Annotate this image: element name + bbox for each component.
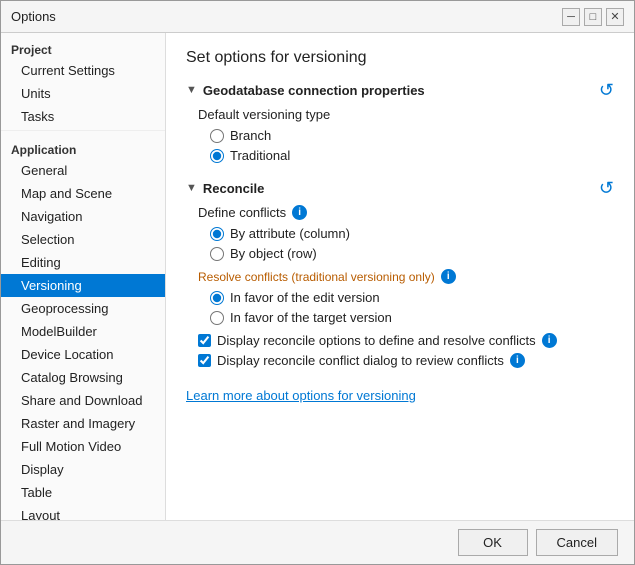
page-title: Set options for versioning <box>186 49 614 67</box>
dialog-body: Project Current Settings Units Tasks App… <box>1 33 634 520</box>
sidebar-item-versioning[interactable]: Versioning <box>1 274 165 297</box>
sidebar-group-project: Project <box>1 37 165 59</box>
sidebar-item-units[interactable]: Units <box>1 82 165 105</box>
radio-group-versioning-type: Branch Traditional <box>210 128 614 163</box>
section-body-reconcile: Define conflicts i By attribute (column)… <box>186 205 614 368</box>
section-body-geodatabase: Default versioning type Branch Tradition… <box>186 107 614 163</box>
sidebar: Project Current Settings Units Tasks App… <box>1 33 166 520</box>
learn-more-link[interactable]: Learn more about options for versioning <box>186 388 614 403</box>
checkbox-display-reconcile-options-label: Display reconcile options to define and … <box>217 333 536 348</box>
section-header-geodatabase: ▼ Geodatabase connection properties ↺ <box>186 81 614 99</box>
reset-geodatabase-button[interactable]: ↺ <box>599 81 614 99</box>
section-geodatabase: ▼ Geodatabase connection properties ↺ De… <box>186 81 614 163</box>
resolve-conflicts-label: Resolve conflicts (traditional versionin… <box>198 270 435 284</box>
section-reconcile: ▼ Reconcile ↺ Define conflicts i By att <box>186 179 614 368</box>
sidebar-item-full-motion-video[interactable]: Full Motion Video <box>1 435 165 458</box>
radio-favor-target-input[interactable] <box>210 311 224 325</box>
sidebar-item-editing[interactable]: Editing <box>1 251 165 274</box>
radio-group-define-conflicts: By attribute (column) By object (row) <box>210 226 614 261</box>
sidebar-item-tasks[interactable]: Tasks <box>1 105 165 128</box>
close-button[interactable]: ✕ <box>606 8 624 26</box>
sidebar-item-raster-and-imagery[interactable]: Raster and Imagery <box>1 412 165 435</box>
section-title-reconcile: ▼ Reconcile <box>186 181 264 196</box>
sidebar-item-share-and-download[interactable]: Share and Download <box>1 389 165 412</box>
radio-by-object[interactable]: By object (row) <box>210 246 614 261</box>
title-controls: ─ □ ✕ <box>562 8 624 26</box>
radio-by-object-label: By object (row) <box>230 246 317 261</box>
sidebar-item-geoprocessing[interactable]: Geoprocessing <box>1 297 165 320</box>
section-header-reconcile: ▼ Reconcile ↺ <box>186 179 614 197</box>
sidebar-item-general[interactable]: General <box>1 159 165 182</box>
define-conflicts-label: Define conflicts <box>198 205 286 220</box>
define-conflicts-info-icon[interactable]: i <box>292 205 307 220</box>
collapse-arrow-geodatabase[interactable]: ▼ <box>186 84 197 96</box>
sidebar-item-modelbuilder[interactable]: ModelBuilder <box>1 320 165 343</box>
sidebar-item-map-and-scene[interactable]: Map and Scene <box>1 182 165 205</box>
radio-traditional[interactable]: Traditional <box>210 148 614 163</box>
minimize-button[interactable]: ─ <box>562 8 580 26</box>
ok-button[interactable]: OK <box>458 529 528 556</box>
radio-traditional-label: Traditional <box>230 148 290 163</box>
radio-group-resolve-conflicts: In favor of the edit version In favor of… <box>210 290 614 325</box>
radio-favor-edit-input[interactable] <box>210 291 224 305</box>
radio-traditional-input[interactable] <box>210 149 224 163</box>
cancel-button[interactable]: Cancel <box>536 529 618 556</box>
options-dialog: Options ─ □ ✕ Project Current Settings U… <box>0 0 635 565</box>
reset-reconcile-button[interactable]: ↺ <box>599 179 614 197</box>
default-versioning-type-label: Default versioning type <box>198 107 614 122</box>
checkbox-display-reconcile-dialog-input[interactable] <box>198 354 211 367</box>
main-content: Set options for versioning ▼ Geodatabase… <box>166 33 634 520</box>
title-bar: Options ─ □ ✕ <box>1 1 634 33</box>
checkbox-display-reconcile-options[interactable]: Display reconcile options to define and … <box>198 333 614 348</box>
checkbox-display-reconcile-options-input[interactable] <box>198 334 211 347</box>
collapse-arrow-reconcile[interactable]: ▼ <box>186 182 197 194</box>
sidebar-item-navigation[interactable]: Navigation <box>1 205 165 228</box>
sidebar-item-table[interactable]: Table <box>1 481 165 504</box>
resolve-conflicts-info-icon[interactable]: i <box>441 269 456 284</box>
radio-favor-edit[interactable]: In favor of the edit version <box>210 290 614 305</box>
checkbox-display-reconcile-dialog[interactable]: Display reconcile conflict dialog to rev… <box>198 353 614 368</box>
radio-by-object-input[interactable] <box>210 247 224 261</box>
radio-by-attribute-input[interactable] <box>210 227 224 241</box>
section-title-geodatabase: ▼ Geodatabase connection properties <box>186 83 425 98</box>
dialog-title: Options <box>11 9 56 24</box>
radio-by-attribute[interactable]: By attribute (column) <box>210 226 614 241</box>
maximize-button[interactable]: □ <box>584 8 602 26</box>
checkbox-display-reconcile-dialog-label: Display reconcile conflict dialog to rev… <box>217 353 504 368</box>
radio-favor-target-label: In favor of the target version <box>230 310 392 325</box>
sidebar-item-device-location[interactable]: Device Location <box>1 343 165 366</box>
display-reconcile-dialog-info-icon[interactable]: i <box>510 353 525 368</box>
sidebar-item-current-settings[interactable]: Current Settings <box>1 59 165 82</box>
sidebar-item-selection[interactable]: Selection <box>1 228 165 251</box>
sidebar-item-layout[interactable]: Layout <box>1 504 165 520</box>
sidebar-item-catalog-browsing[interactable]: Catalog Browsing <box>1 366 165 389</box>
radio-branch-input[interactable] <box>210 129 224 143</box>
sidebar-group-application: Application <box>1 137 165 159</box>
display-reconcile-options-info-icon[interactable]: i <box>542 333 557 348</box>
sidebar-item-display[interactable]: Display <box>1 458 165 481</box>
radio-by-attribute-label: By attribute (column) <box>230 226 350 241</box>
radio-branch-label: Branch <box>230 128 271 143</box>
radio-favor-target[interactable]: In favor of the target version <box>210 310 614 325</box>
radio-favor-edit-label: In favor of the edit version <box>230 290 380 305</box>
dialog-footer: OK Cancel <box>1 520 634 564</box>
radio-branch[interactable]: Branch <box>210 128 614 143</box>
